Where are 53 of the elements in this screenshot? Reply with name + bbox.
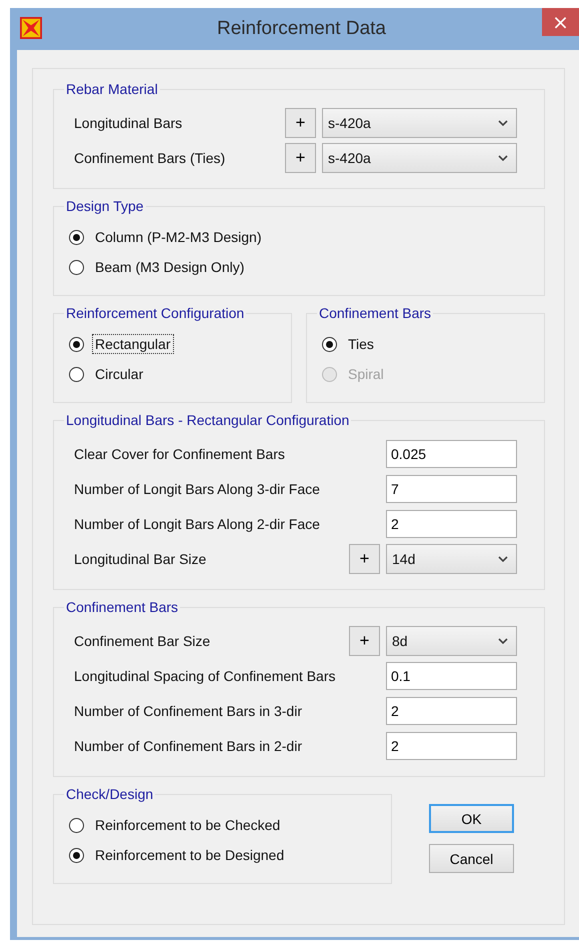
group-title: Check/Design <box>65 786 154 802</box>
field-label: Longitudinal Bar Size <box>74 550 208 566</box>
field-label: Number of Longit Bars Along 3-dir Face <box>74 480 321 496</box>
radio-indicator[interactable] <box>69 336 84 352</box>
chevron-icon <box>498 120 508 126</box>
dropdown[interactable]: 8d <box>386 626 517 656</box>
text-field[interactable]: 7 <box>386 474 517 502</box>
dialog-button[interactable]: Cancel <box>429 844 514 873</box>
text-field[interactable]: 2 <box>386 510 517 538</box>
radio-indicator[interactable] <box>69 848 84 862</box>
radio-option[interactable]: Ties <box>322 334 377 354</box>
group-title: Rebar Material <box>65 81 159 97</box>
text-field[interactable]: 2 <box>386 696 517 724</box>
group-title: Longitudinal Bars - Rectangular Configuration <box>65 412 350 428</box>
radio-option[interactable]: Column (P-M2-M3 Design) <box>69 227 264 247</box>
text-field[interactable]: 2 <box>386 732 517 760</box>
chevron-icon <box>498 556 508 562</box>
radio-option[interactable]: Reinforcement to be Designed <box>69 845 288 865</box>
field-label: Clear Cover for Confinement Bars <box>74 446 286 462</box>
radio-option[interactable]: Circular <box>69 364 146 384</box>
dropdown[interactable]: s-420a <box>322 108 517 138</box>
text-field[interactable]: 0.025 <box>386 440 517 468</box>
close-button[interactable]: × <box>542 8 579 36</box>
radio-option[interactable]: Beam (M3 Design Only) <box>69 257 248 277</box>
field-label: Number of Confinement Bars in 2-dir <box>74 738 303 754</box>
dropdown[interactable]: s-420a <box>322 142 517 172</box>
field-label: Longitudinal Bars <box>74 114 184 130</box>
radio-indicator[interactable] <box>69 230 84 244</box>
chevron-icon <box>498 154 508 160</box>
field-label: Confinement Bar Size <box>74 632 212 648</box>
text-field[interactable]: 0.1 <box>386 662 517 690</box>
dialog-button[interactable]: OK <box>429 804 514 833</box>
app-icon <box>20 17 42 39</box>
field-label: Number of Longit Bars Along 2-dir Face <box>74 516 321 532</box>
add-button[interactable]: + <box>285 108 316 138</box>
add-button[interactable]: + <box>285 142 316 172</box>
group-title: Reinforcement Configuration <box>65 305 246 321</box>
add-button[interactable]: + <box>349 626 380 656</box>
add-button[interactable]: + <box>349 544 380 574</box>
dropdown[interactable]: 14d <box>386 544 517 574</box>
group-title: Design Type <box>65 198 145 214</box>
radio-indicator[interactable] <box>69 366 84 382</box>
radio-indicator[interactable] <box>322 336 337 352</box>
window-title: Reinforcement Data <box>217 18 386 40</box>
group-title: Confinement Bars <box>318 305 432 321</box>
field-label: Number of Confinement Bars in 3-dir <box>74 702 303 718</box>
group-title: Confinement Bars <box>65 599 180 615</box>
radio-indicator[interactable] <box>69 260 84 274</box>
field-label: Longitudinal Spacing of Confinement Bars <box>74 668 337 684</box>
field-label: Confinement Bars (Ties) <box>74 150 226 166</box>
chevron-icon <box>498 638 508 644</box>
radio-option[interactable]: Reinforcement to be Checked <box>69 815 284 835</box>
radio-indicator[interactable] <box>69 818 84 832</box>
